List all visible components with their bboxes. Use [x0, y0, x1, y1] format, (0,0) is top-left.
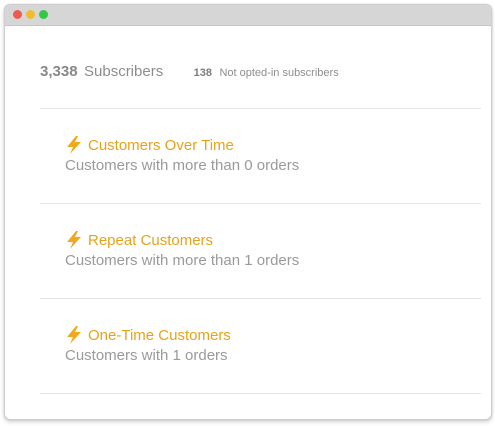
not-opted-in-count: 138 [193, 67, 213, 79]
maximize-window-button[interactable] [39, 10, 48, 19]
subscriber-count: 3,338 [40, 63, 78, 80]
segment-customers-over-time[interactable]: Customers Over Time Customers with more … [65, 135, 465, 174]
divider [40, 393, 481, 394]
divider [40, 203, 481, 204]
segment-title: Repeat Customers [65, 230, 465, 250]
not-opted-in-label: Not opted-in subscribers [219, 67, 339, 79]
segment-name[interactable]: Repeat Customers [88, 232, 213, 249]
divider [40, 108, 481, 109]
segment-title: Customers Over Time [65, 135, 465, 155]
divider [40, 298, 481, 299]
minimize-window-button[interactable] [26, 10, 35, 19]
main-content: 3,338 Subscribers 138 Not opted-in subsc… [5, 26, 491, 419]
window-titlebar [5, 5, 491, 26]
segment-description: Customers with more than 1 orders [65, 252, 300, 269]
segment-one-time-customers[interactable]: One-Time Customers Customers with 1 orde… [65, 325, 465, 364]
lightning-bolt-icon [67, 231, 81, 249]
lightning-bolt-icon [67, 326, 81, 344]
lightning-bolt-icon [67, 136, 81, 154]
segment-title: One-Time Customers [65, 325, 465, 345]
segment-description: Customers with 1 orders [65, 347, 228, 364]
segment-name[interactable]: Customers Over Time [88, 137, 234, 154]
subscriber-summary: 3,338 Subscribers 138 Not opted-in subsc… [40, 63, 339, 83]
segment-repeat-customers[interactable]: Repeat Customers Customers with more tha… [65, 230, 465, 269]
segment-description: Customers with more than 0 orders [65, 157, 300, 174]
close-window-button[interactable] [13, 10, 22, 19]
subscriber-label: Subscribers [84, 63, 164, 80]
app-window: 3,338 Subscribers 138 Not opted-in subsc… [4, 4, 492, 420]
segment-name[interactable]: One-Time Customers [88, 327, 231, 344]
